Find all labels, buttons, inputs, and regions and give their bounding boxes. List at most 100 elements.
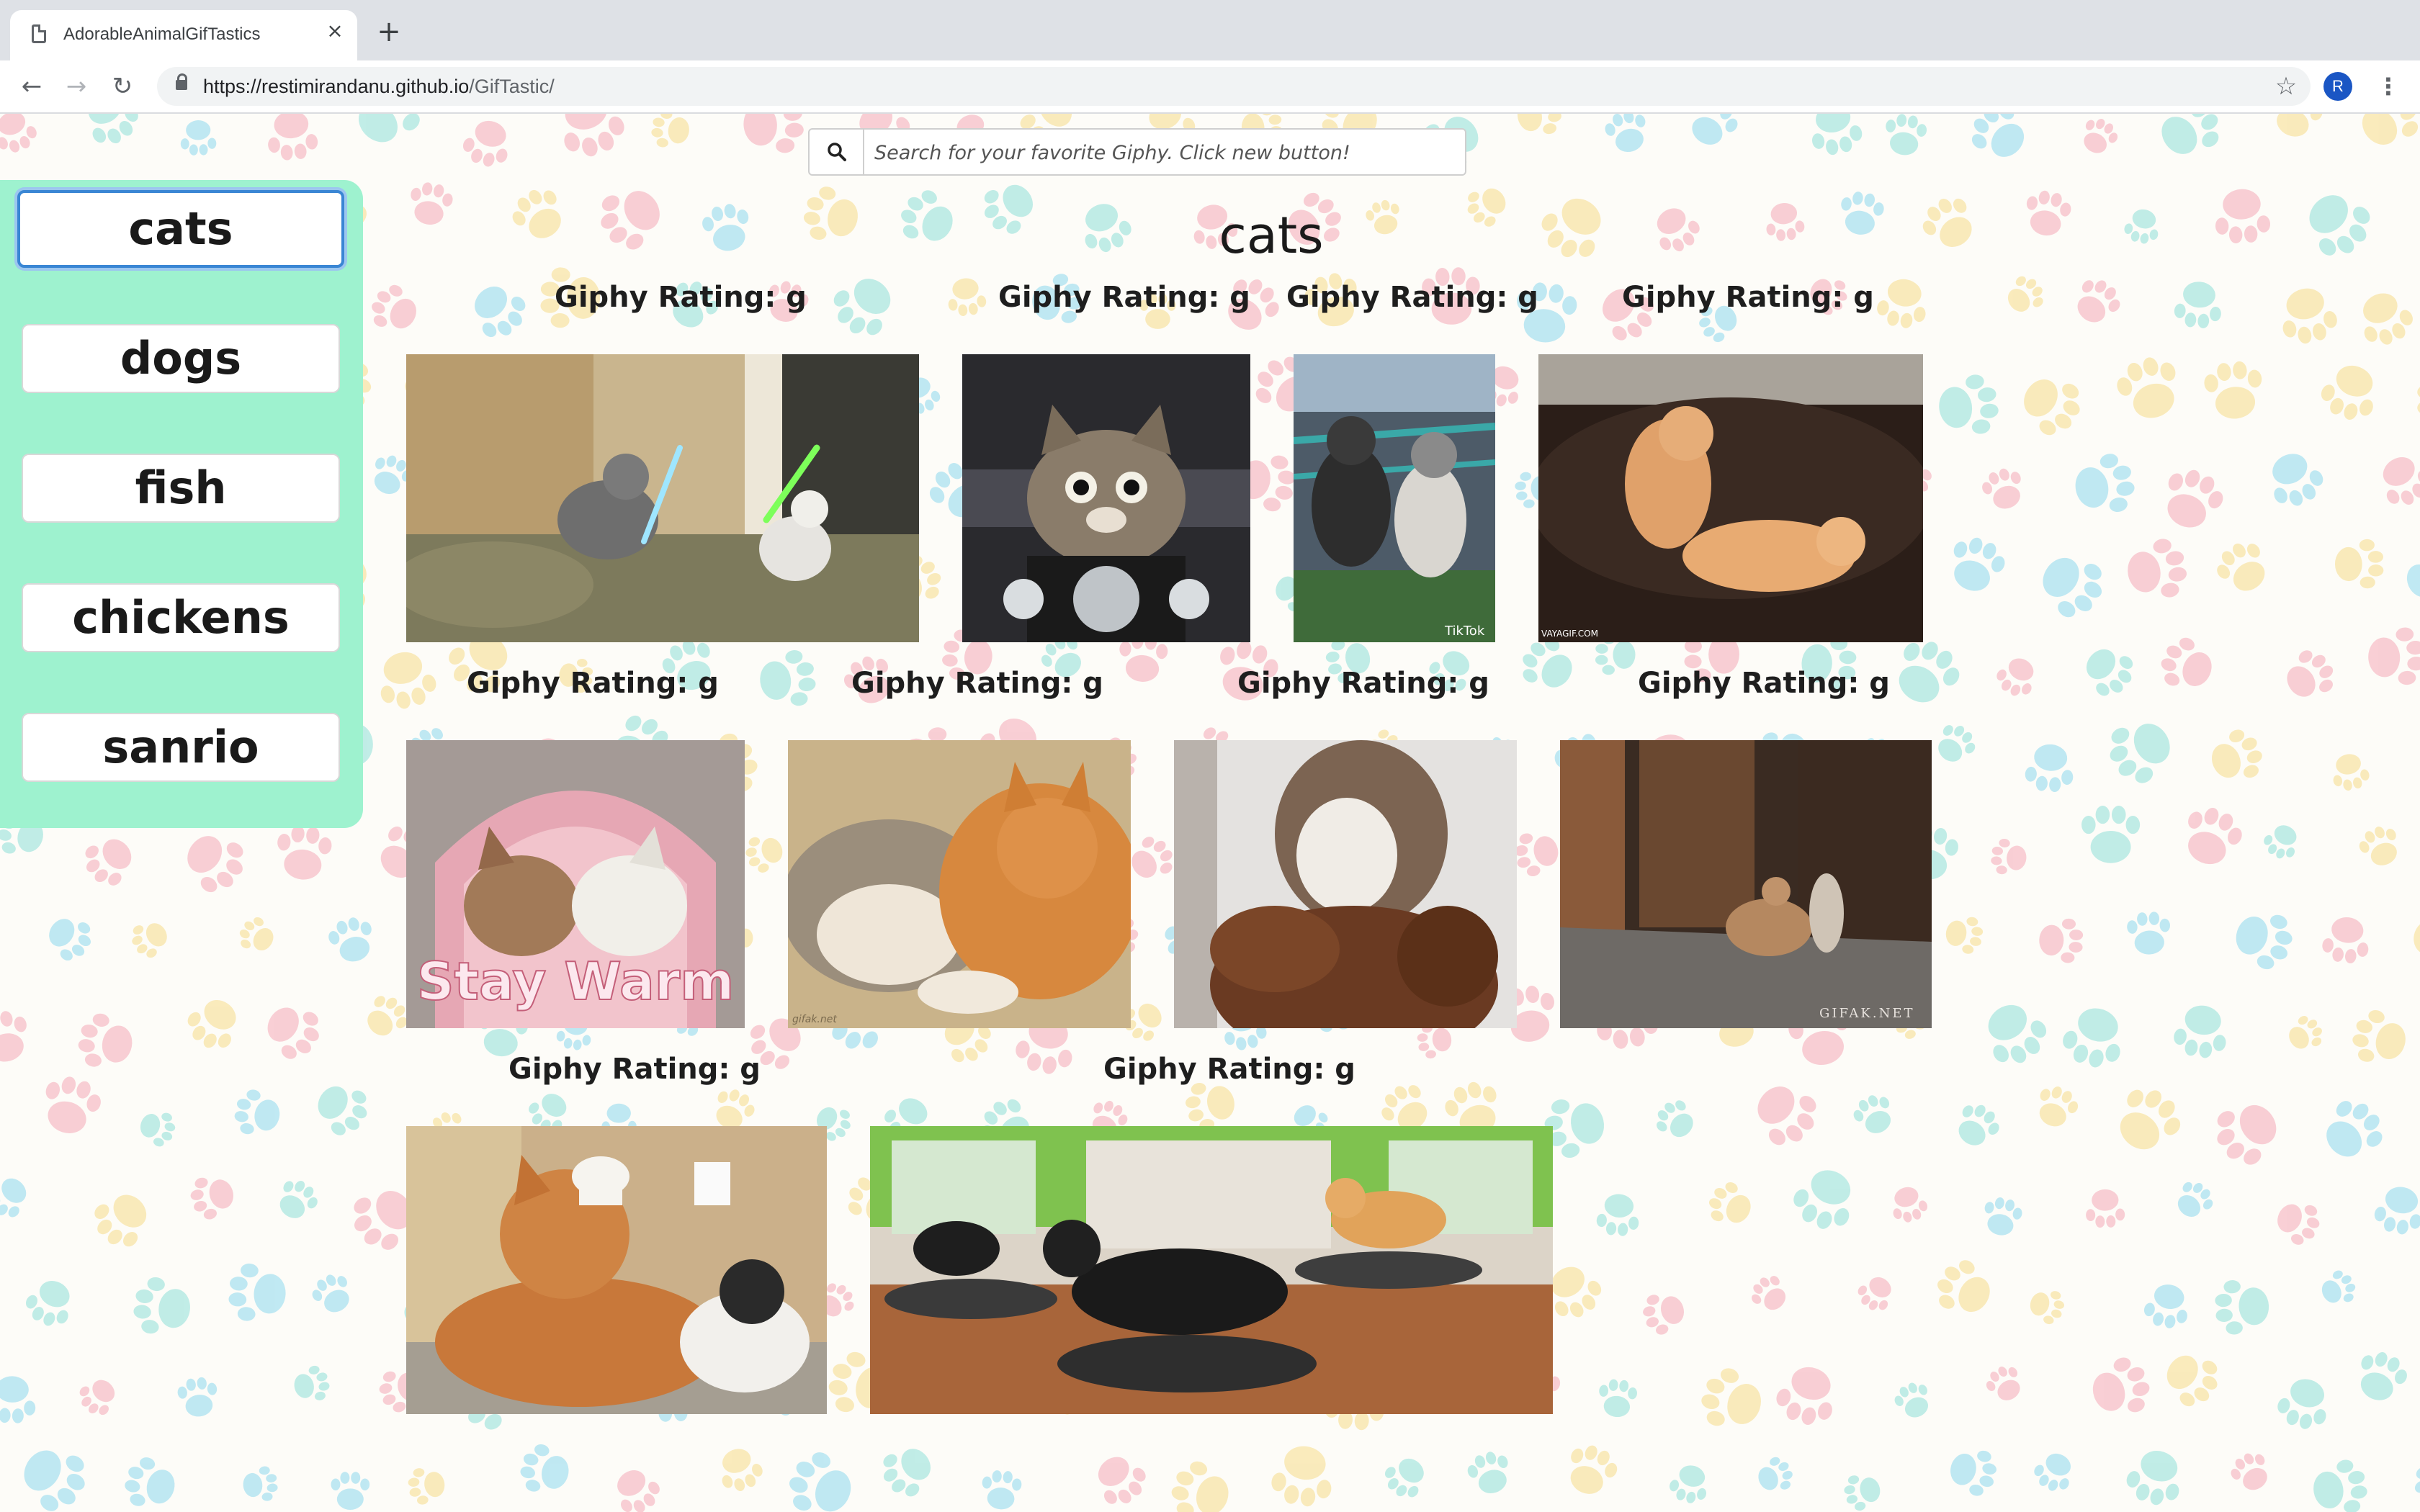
paw-print-icon [2313,1091,2393,1170]
paw-print-icon [1510,827,1563,880]
paw-print-icon [2126,911,2172,956]
paw-print-icon [130,1274,194,1339]
lock-icon [176,73,187,90]
search-button[interactable] [810,130,864,174]
category-button-fish[interactable]: fish [22,454,340,523]
url-text: https://restimirandanu.github.io/GifTast… [203,76,555,97]
paw-print-icon [2265,114,2329,145]
reload-icon[interactable]: ↻ [105,69,140,104]
rating-label: Giphy Rating: g [851,667,1103,700]
paw-print-icon [364,279,425,340]
gif-watermark: gifak.net [792,1014,837,1025]
paw-print-icon [0,1375,37,1424]
paw-print-icon [331,1472,370,1510]
gif-cats-couch[interactable]: VAYAGIF.COM [1538,354,1923,642]
paw-print-icon [1948,1097,2006,1154]
paw-print-icon [180,120,217,156]
paw-print-icon [874,1436,941,1505]
paw-print-icon [2259,444,2330,514]
paw-print-icon [2169,1175,2219,1225]
paw-print-icon [1882,114,1929,158]
gif-kittens-fence[interactable]: TikTok [1294,354,1495,642]
paw-print-icon [1745,1269,1794,1318]
paw-print-icon [0,114,41,158]
category-button-chickens[interactable]: chickens [22,583,340,652]
gif-cat-hallway[interactable]: GIFAK.NET [1560,740,1932,1028]
paw-print-icon [2141,1280,2193,1332]
gif-watermark: VAYAGIF.COM [1541,629,1598,639]
gif-cats-hoodie[interactable]: Stay Warm [406,740,745,1028]
search-input[interactable] [873,137,1452,168]
paw-print-icon [76,114,146,153]
paw-print-icon [135,1106,179,1150]
paw-print-icon [1680,114,1744,154]
search-bar [808,128,1466,176]
paw-print-icon [1989,837,2028,877]
paw-print-icon [1979,1194,2025,1239]
paw-print-icon [2282,1011,2329,1057]
paw-print-icon [712,1442,767,1497]
category-button-dogs[interactable]: dogs [22,324,340,393]
paw-print-icon [2023,742,2076,794]
paw-print-icon [2205,1090,2290,1174]
browser-tab[interactable]: AdorableAnimalGifTastics × [10,10,357,60]
paw-print-icon [2204,724,2269,790]
paw-print-icon [1935,372,2002,439]
paw-print-icon [186,1170,239,1223]
paw-print-icon [2012,365,2090,444]
paw-print-icon [590,176,672,258]
category-button-sanrio[interactable]: sanrio [22,713,340,782]
paw-print-icon [74,1010,137,1074]
paw-print-icon [551,114,631,164]
paw-print-icon [2270,1194,2326,1250]
gif-watermark: TikTok [1444,624,1485,639]
address-bar[interactable]: https://restimirandanu.github.io/GifTast… [157,67,2311,106]
gif-cat-chef-hat[interactable] [406,1126,827,1414]
paw-print-icon [1852,1270,1900,1317]
paw-print-icon [1086,1446,1154,1512]
gif-cats-kneading[interactable]: gifak.net [788,740,1131,1028]
paw-print-icon [1805,114,1865,159]
paw-print-icon [1378,1449,1433,1505]
bookmark-star-icon[interactable]: ☆ [2269,69,2303,104]
paw-print-icon [2367,626,2420,687]
paw-print-icon [2175,800,2249,873]
paw-print-icon [2295,181,2381,267]
paw-print-icon [0,1007,35,1068]
paw-print-icon [649,114,692,151]
gif-kittens-lightsaber[interactable] [406,354,919,642]
rating-label: Giphy Rating: g [508,1053,761,1086]
paw-print-icon [1837,189,1886,238]
gif-cat-teddy[interactable] [1174,740,1517,1028]
browser-menu-icon[interactable]: ⋮ [2374,69,2403,104]
paw-print-icon [2057,1001,2131,1074]
paw-print-icon [1666,1460,1713,1508]
paw-print-icon [756,648,818,711]
paw-print-icon [1752,1453,1798,1498]
gif-kitten-motorcycle[interactable] [962,354,1250,642]
category-button-cats[interactable]: cats [17,190,344,268]
paw-print-icon [2416,744,2420,801]
paw-print-icon [2075,114,2123,160]
paw-print-icon [1943,913,1985,956]
paw-print-icon [344,114,431,157]
paw-print-icon [1559,1439,1623,1502]
page-viewport: cats dogs fish chickens sanrio cats Giph… [0,114,2420,1512]
profile-avatar[interactable]: R [2323,72,2352,101]
paw-print-icon [35,1071,106,1140]
forward-arrow-icon[interactable]: → [59,69,94,104]
rating-label: Giphy Rating: g [467,667,719,700]
paw-print-icon [1929,718,1981,770]
gif-cats-balance-boards[interactable] [870,1126,1553,1414]
paw-print-icon [2316,357,2385,427]
paw-print-icon [274,824,333,882]
paw-print-icon [2328,750,2372,793]
paw-print-icon [231,1086,284,1140]
paw-print-icon [2148,114,2230,168]
new-tab-button[interactable]: + [373,16,405,48]
paw-print-icon [2085,1189,2125,1228]
gif-watermark: GIFAK.NET [1819,1006,1914,1021]
paw-print-icon [2309,1457,2371,1512]
close-tab-icon[interactable]: × [323,19,347,43]
back-arrow-icon[interactable]: ← [14,69,49,104]
